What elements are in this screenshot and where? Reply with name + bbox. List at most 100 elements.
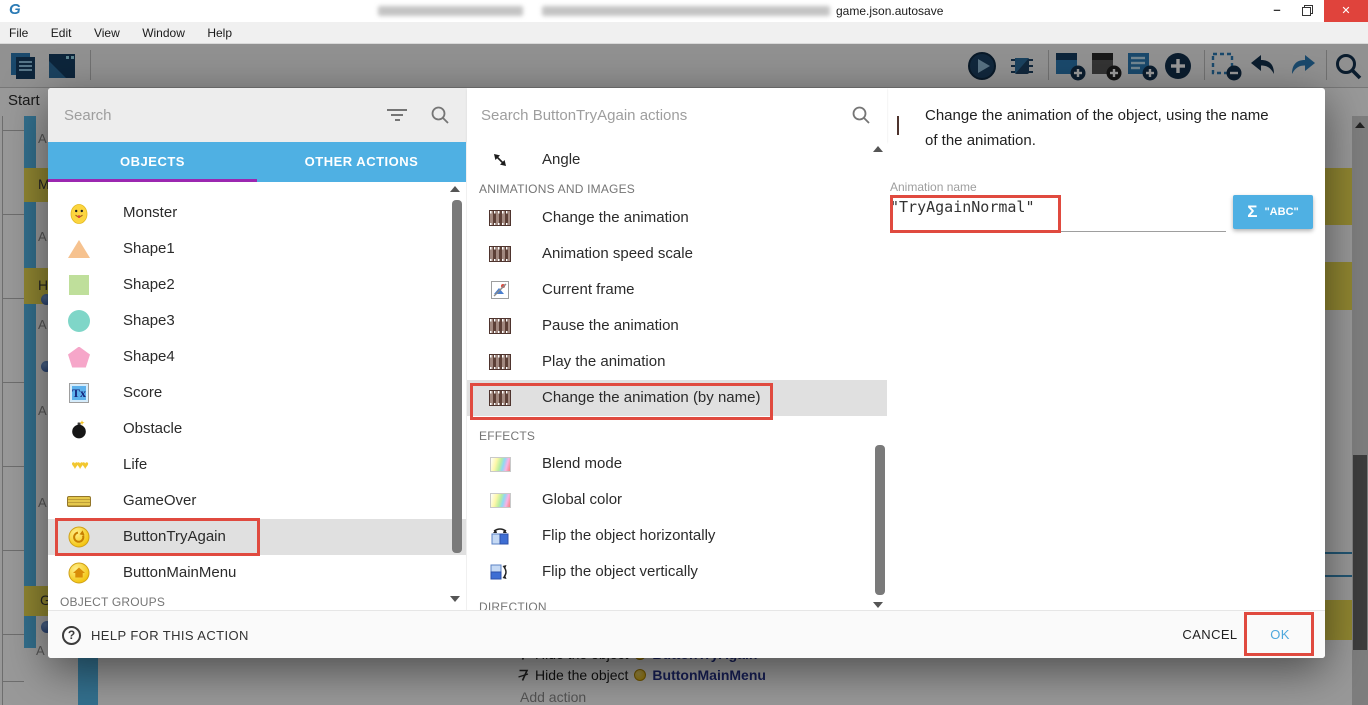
minimize-button[interactable]: – <box>1262 0 1292 22</box>
hearts-icon: ♥♥♥ <box>66 447 92 483</box>
try-again-button-icon <box>66 519 92 555</box>
action-list: Angle ANIMATIONS AND IMAGES Change the a… <box>467 142 887 610</box>
help-button[interactable]: ? HELP FOR THIS ACTION <box>62 611 249 659</box>
action-search-bar <box>467 88 887 142</box>
animation-name-input[interactable] <box>890 198 1220 216</box>
object-label: Shape1 <box>123 231 175 267</box>
scroll-down-arrow-icon[interactable] <box>450 596 460 602</box>
home-button-icon <box>66 555 92 591</box>
list-item-obstacle[interactable]: Obstacle <box>48 411 466 447</box>
action-label: Flip the object horizontally <box>542 518 715 554</box>
square-icon <box>66 267 92 303</box>
sigma-icon: Σ <box>1247 202 1257 222</box>
object-label: Score <box>123 375 162 411</box>
object-list-scrollbar-thumb[interactable] <box>452 200 462 553</box>
action-item-play-animation[interactable]: Play the animation <box>467 344 887 380</box>
film-strip-icon <box>488 380 512 416</box>
menu-bar: File Edit View Window Help <box>0 22 1368 44</box>
dialog-footer: ? HELP FOR THIS ACTION CANCEL OK <box>48 610 1325 658</box>
scroll-up-arrow-icon[interactable] <box>450 186 460 192</box>
ok-button[interactable]: OK <box>1248 611 1312 659</box>
triangle-icon <box>66 231 92 267</box>
object-label: Life <box>123 447 147 483</box>
action-item-pause-animation[interactable]: Pause the animation <box>467 308 887 344</box>
tab-objects[interactable]: OBJECTS <box>48 142 257 182</box>
flip-horizontal-icon <box>488 518 512 554</box>
window-title: game.json.autosave <box>836 0 943 22</box>
action-item-change-animation-by-name[interactable]: Change the animation (by name) <box>467 380 887 416</box>
object-search-bar <box>48 88 466 142</box>
menu-window[interactable]: Window <box>133 22 194 44</box>
object-label: ButtonMainMenu <box>123 555 236 591</box>
list-item-shape4[interactable]: Shape4 <box>48 339 466 375</box>
close-button[interactable]: ✕ <box>1324 0 1368 22</box>
action-label: Pause the animation <box>542 308 679 344</box>
film-strip-icon <box>488 344 512 380</box>
scroll-up-arrow-icon[interactable] <box>873 146 883 152</box>
question-mark-icon: ? <box>62 626 81 645</box>
title-bar: G game.json.autosave – ✕ <box>0 0 1368 22</box>
action-item-angle[interactable]: Angle <box>467 142 887 178</box>
section-direction: DIRECTION <box>479 600 547 610</box>
list-item-shape3[interactable]: Shape3 <box>48 303 466 339</box>
gdevelop-logo-icon: G <box>9 1 21 18</box>
action-item-change-animation[interactable]: Change the animation <box>467 200 887 236</box>
action-item-flip-horizontally[interactable]: Flip the object horizontally <box>467 518 887 554</box>
list-item-monster[interactable]: Monster <box>48 195 466 231</box>
expression-editor-button[interactable]: Σ "ABC" <box>1233 195 1313 229</box>
menu-help[interactable]: Help <box>198 22 241 44</box>
list-item-score[interactable]: Tx Score <box>48 375 466 411</box>
list-item-buttontryagain[interactable]: ButtonTryAgain <box>48 519 466 555</box>
action-label: Change the animation <box>542 200 689 236</box>
action-label: Change the animation (by name) <box>542 380 760 416</box>
search-icon <box>430 105 450 125</box>
application-window: Start M H G A A A A A A Hide the object … <box>0 0 1368 705</box>
menu-view[interactable]: View <box>85 22 129 44</box>
object-label: Shape4 <box>123 339 175 375</box>
action-description: Change the animation of the object, usin… <box>925 103 1281 153</box>
cancel-button[interactable]: CANCEL <box>1168 611 1252 659</box>
action-item-flip-vertically[interactable]: Flip the object vertically <box>467 554 887 590</box>
list-item-gameover[interactable]: GameOver <box>48 483 466 519</box>
action-label: Angle <box>542 142 580 178</box>
action-label: Global color <box>542 482 622 518</box>
action-search-input[interactable] <box>481 102 811 128</box>
menu-edit[interactable]: Edit <box>42 22 81 44</box>
list-item-life[interactable]: ♥♥♥ Life <box>48 447 466 483</box>
film-strip-icon <box>488 308 512 344</box>
object-label: Monster <box>123 195 177 231</box>
action-item-current-frame[interactable]: Current frame <box>467 272 887 308</box>
action-parameters-panel: Change the animation of the object, usin… <box>886 88 1325 610</box>
action-item-animation-speed[interactable]: Animation speed scale <box>467 236 887 272</box>
action-label: Play the animation <box>542 344 665 380</box>
action-label: Animation speed scale <box>542 236 693 272</box>
scroll-down-arrow-icon[interactable] <box>873 602 883 608</box>
action-list-scrollbar-thumb[interactable] <box>875 445 885 595</box>
animation-name-label: Animation name <box>890 180 977 194</box>
tab-other-actions[interactable]: OTHER ACTIONS <box>257 142 466 182</box>
help-label: HELP FOR THIS ACTION <box>91 628 249 643</box>
window-title-redacted <box>378 6 523 16</box>
window-title-redacted <box>542 6 830 16</box>
list-item-buttonmainmenu[interactable]: ButtonMainMenu <box>48 555 466 591</box>
maximize-button[interactable] <box>1292 0 1322 22</box>
input-underline <box>890 231 1226 232</box>
object-search-input[interactable] <box>64 102 364 128</box>
action-item-global-color[interactable]: Global color <box>467 482 887 518</box>
action-item-blend-mode[interactable]: Blend mode <box>467 446 887 482</box>
gameover-banner-icon <box>66 483 92 519</box>
object-groups-header: OBJECT GROUPS <box>60 595 165 609</box>
menu-file[interactable]: File <box>0 22 37 44</box>
filter-icon[interactable] <box>386 109 408 124</box>
film-strip-icon <box>488 236 512 272</box>
object-list: Monster Shape1 Shape2 Shape3 Shape4 <box>48 182 466 610</box>
list-item-shape2[interactable]: Shape2 <box>48 267 466 303</box>
action-label: Flip the object vertically <box>542 554 698 590</box>
rainbow-icon <box>488 482 512 518</box>
list-item-shape1[interactable]: Shape1 <box>48 231 466 267</box>
text-object-icon: Tx <box>66 375 92 411</box>
film-strip-icon <box>897 117 899 135</box>
rainbow-icon <box>488 446 512 482</box>
angle-icon <box>488 142 512 178</box>
pentagon-icon <box>66 339 92 375</box>
